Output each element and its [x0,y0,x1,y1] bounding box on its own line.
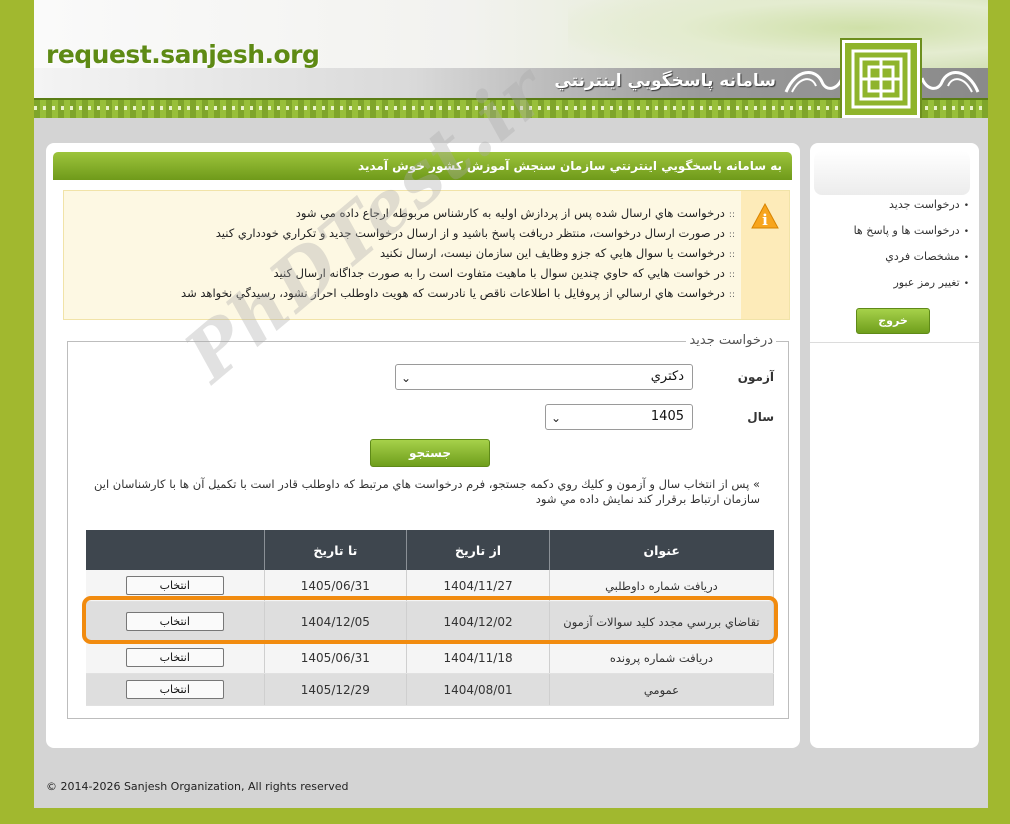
notice-item: ::در صورت ارسال درخواست، منتظر دريافت پا… [215,226,735,240]
page-frame: request.sanjesh.org سامانه پاسخگويي اينت… [34,0,988,808]
title-cell: عمومي [549,673,775,706]
help-text: » پس از انتخاب سال و آزمون و كليك روي دك… [94,477,760,506]
chevron-down-icon: ⌄ [551,411,562,425]
year-select[interactable]: 1405 ⌄ [545,404,693,430]
column-header: از تاريخ [406,530,550,570]
highlight-annotation [82,596,778,644]
select-button[interactable]: انتخاب [125,680,224,699]
footer-copyright: © 2014-2026 Sanjesh Organization, All ri… [46,780,349,793]
svg-text:i: i [762,211,768,229]
site-header: request.sanjesh.org سامانه پاسخگويي اينت… [34,0,988,118]
column-header: عنوان [549,530,774,570]
warning-icon: i [751,203,779,229]
table-row: انتخاب 1405/12/29 1404/08/01 عمومي [86,673,775,706]
ornament-icon [784,71,844,93]
select-button[interactable]: انتخاب [125,648,224,667]
main-panel: به سامانه پاسخگويي اينترنتي سازمان سنجش … [46,143,800,748]
logout-button[interactable]: خروج [856,308,930,334]
to-date-cell: 1405/12/29 [264,673,408,706]
title-cell: دريافت شماره پرونده [549,641,775,674]
sidebar-item-change-password[interactable]: •تغيير رمز عبور [854,275,969,301]
sidebar-item-profile[interactable]: •مشخصات فردي [854,249,969,275]
side-panel: •درخواست جديد •درخواست ها و پاسخ ها •مشخ… [810,143,979,748]
notice-item: ::درخواست هاي ارسال شده پس از پردازش اول… [295,206,735,220]
notice-box: i ::درخواست هاي ارسال شده پس از پردازش ا… [63,190,790,320]
to-date-cell: 1405/06/31 [264,641,408,674]
notice-item: ::درخواست يا سوال هايي كه جزو وظايف اين … [380,246,735,260]
exam-label: آزمون [737,370,774,384]
sidebar-item-new-request[interactable]: •درخواست جديد [854,197,969,223]
new-request-fieldset: درخواست جديد آزمون دكتري ⌄ سال 1405 ⌄ جس… [67,333,789,719]
sanjesh-logo-icon [842,40,920,118]
ornament-icon [920,71,980,93]
from-date-cell: 1404/11/18 [406,641,550,674]
notice-item: ::در خواست هايي كه حاوي چندين سوال با ما… [273,266,735,280]
sidebar-item-requests[interactable]: •درخواست ها و پاسخ ها [854,223,969,249]
exam-select[interactable]: دكتري ⌄ [395,364,693,390]
notice-list: ::درخواست هاي ارسال شده پس از پردازش اول… [181,203,735,303]
column-header [86,530,265,570]
fieldset-legend: درخواست جديد [686,333,776,348]
notice-item: ::درخواست هاي ارسالي از پروفايل با اطلاع… [181,286,735,300]
table-header-row: تا تاريخ از تاريخ عنوان [86,530,774,570]
chevron-down-icon: ⌄ [401,371,412,385]
table-row: انتخاب 1405/06/31 1404/11/18 دريافت شمار… [86,641,775,674]
system-title: سامانه پاسخگويي اينترنتي [554,71,776,91]
year-label: سال [747,410,774,424]
welcome-bar: به سامانه پاسخگويي اينترنتي سازمان سنجش … [53,152,792,180]
site-url: request.sanjesh.org [46,40,320,69]
from-date-cell: 1404/08/01 [406,673,550,706]
search-button[interactable]: جستجو [370,439,490,467]
column-header: تا تاريخ [264,530,408,570]
select-button[interactable]: انتخاب [125,576,224,595]
side-menu: •درخواست جديد •درخواست ها و پاسخ ها •مشخ… [854,197,969,301]
